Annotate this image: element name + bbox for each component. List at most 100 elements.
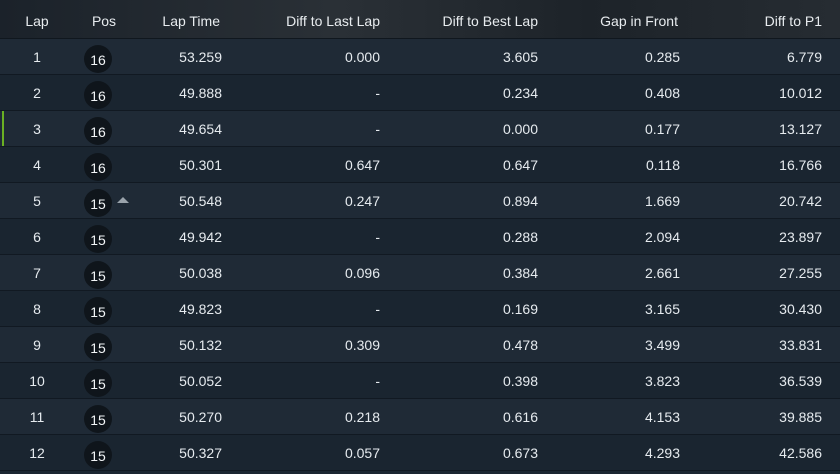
- table-row[interactable]: 5 15 50.548 0.247 0.894 1.669 20.742: [0, 183, 840, 219]
- diff-to-p1: 6.779: [786, 49, 822, 65]
- diff-to-best-lap: 0.894: [502, 193, 538, 209]
- diff-to-p1: 10.012: [779, 85, 822, 101]
- gap-in-front: 0.408: [644, 85, 680, 101]
- diff-to-last-lap: 0.309: [344, 337, 380, 353]
- diff-to-p1: 42.586: [779, 445, 822, 461]
- position-badge: 16: [84, 153, 112, 181]
- table-row[interactable]: 2 16 49.888 - 0.234 0.408 10.012: [0, 75, 840, 111]
- lap-time: 49.823: [179, 301, 222, 317]
- lap-time: 50.270: [179, 409, 222, 425]
- diff-to-best-lap: 0.647: [502, 157, 538, 173]
- position-badge: 15: [84, 369, 112, 397]
- table-row[interactable]: 4 16 50.301 0.647 0.647 0.118 16.766: [0, 147, 840, 183]
- table-row[interactable]: 6 15 49.942 - 0.288 2.094 23.897: [0, 219, 840, 255]
- lap-number: 12: [29, 445, 45, 461]
- lap-number: 2: [33, 85, 41, 101]
- lap-number: 9: [33, 337, 41, 353]
- position-badge: 15: [84, 261, 112, 289]
- lap-number: 3: [33, 121, 41, 137]
- diff-to-last-lap: 0.096: [344, 265, 380, 281]
- lap-time: 50.301: [179, 157, 222, 173]
- diff-to-last-lap: -: [375, 121, 380, 137]
- position-badge: 15: [84, 189, 112, 217]
- lap-time: 50.548: [179, 193, 222, 209]
- lap-time: 50.327: [179, 445, 222, 461]
- lap-number: 11: [29, 409, 45, 425]
- diff-to-p1: 39.885: [779, 409, 822, 425]
- gap-in-front: 4.153: [644, 409, 680, 425]
- lap-number: 6: [33, 229, 41, 245]
- position-up-arrow-icon: [117, 197, 129, 203]
- diff-to-best-lap: 0.384: [502, 265, 538, 281]
- header-diff-to-p1[interactable]: Diff to P1: [680, 0, 822, 38]
- position-badge: 15: [84, 405, 112, 433]
- table-row[interactable]: 3 16 49.654 - 0.000 0.177 13.127: [0, 111, 840, 147]
- gap-in-front: 3.823: [644, 373, 680, 389]
- diff-to-last-lap: 0.647: [344, 157, 380, 173]
- diff-to-last-lap: -: [375, 85, 380, 101]
- diff-to-p1: 20.742: [779, 193, 822, 209]
- gap-in-front: 0.177: [644, 121, 680, 137]
- diff-to-last-lap: -: [375, 229, 380, 245]
- header-gap-in-front[interactable]: Gap in Front: [540, 0, 678, 38]
- gap-in-front: 2.094: [644, 229, 680, 245]
- lap-time: 53.259: [179, 49, 222, 65]
- position-badge: 15: [84, 297, 112, 325]
- table-row[interactable]: 10 15 50.052 - 0.398 3.823 36.539: [0, 363, 840, 399]
- gap-in-front: 0.118: [646, 157, 680, 173]
- diff-to-best-lap: 0.673: [502, 445, 538, 461]
- position-badge: 16: [84, 81, 112, 109]
- gap-in-front: 3.165: [644, 301, 680, 317]
- diff-to-p1: 30.430: [779, 301, 822, 317]
- diff-to-best-lap: 0.478: [502, 337, 538, 353]
- table-row[interactable]: 12 15 50.327 0.057 0.673 4.293 42.586: [0, 435, 840, 471]
- diff-to-p1: 13.127: [779, 121, 822, 137]
- lap-times-table: Lap Pos Lap Time Diff to Last Lap Diff t…: [0, 0, 840, 474]
- lap-number: 10: [29, 373, 45, 389]
- position-badge: 15: [84, 333, 112, 361]
- lap-time: 49.888: [179, 85, 222, 101]
- diff-to-last-lap: 0.057: [344, 445, 380, 461]
- table-row[interactable]: 7 15 50.038 0.096 0.384 2.661 27.255: [0, 255, 840, 291]
- table-header: Lap Pos Lap Time Diff to Last Lap Diff t…: [0, 0, 840, 39]
- diff-to-best-lap: 0.169: [502, 301, 538, 317]
- position-badge: 16: [84, 45, 112, 73]
- diff-to-last-lap: -: [375, 301, 380, 317]
- lap-number: 5: [33, 193, 41, 209]
- diff-to-last-lap: 0.000: [344, 49, 380, 65]
- table-row[interactable]: 8 15 49.823 - 0.169 3.165 30.430: [0, 291, 840, 327]
- lap-time: 50.052: [179, 373, 222, 389]
- gap-in-front: 3.499: [644, 337, 680, 353]
- lap-number: 1: [33, 49, 41, 65]
- diff-to-p1: 27.255: [779, 265, 822, 281]
- diff-to-best-lap: 0.234: [502, 85, 538, 101]
- diff-to-best-lap: 3.605: [502, 49, 538, 65]
- position-badge: 15: [84, 441, 112, 469]
- header-lap[interactable]: Lap: [0, 0, 74, 38]
- gap-in-front: 0.285: [644, 49, 680, 65]
- header-diff-to-best-lap[interactable]: Diff to Best Lap: [400, 0, 538, 38]
- diff-to-last-lap: 0.218: [344, 409, 380, 425]
- gap-in-front: 2.661: [644, 265, 680, 281]
- diff-to-best-lap: 0.000: [502, 121, 538, 137]
- lap-time: 49.654: [179, 121, 222, 137]
- diff-to-p1: 16.766: [779, 157, 822, 173]
- header-lap-time[interactable]: Lap Time: [120, 0, 220, 38]
- lap-time: 49.942: [179, 229, 222, 245]
- lap-time: 50.132: [179, 337, 222, 353]
- lap-number: 8: [33, 301, 41, 317]
- table-row[interactable]: 11 15 50.270 0.218 0.616 4.153 39.885: [0, 399, 840, 435]
- diff-to-best-lap: 0.288: [502, 229, 538, 245]
- diff-to-p1: 36.539: [779, 373, 822, 389]
- lap-number: 4: [33, 157, 41, 173]
- table-body: 1 16 53.259 0.000 3.605 0.285 6.779 2 16…: [0, 39, 840, 471]
- position-badge: 15: [84, 225, 112, 253]
- table-row[interactable]: 1 16 53.259 0.000 3.605 0.285 6.779: [0, 39, 840, 75]
- position-badge: 16: [84, 117, 112, 145]
- diff-to-best-lap: 0.616: [502, 409, 538, 425]
- table-row[interactable]: 9 15 50.132 0.309 0.478 3.499 33.831: [0, 327, 840, 363]
- diff-to-last-lap: -: [375, 373, 380, 389]
- diff-to-best-lap: 0.398: [502, 373, 538, 389]
- gap-in-front: 1.669: [644, 193, 680, 209]
- header-diff-to-last-lap[interactable]: Diff to Last Lap: [240, 0, 380, 38]
